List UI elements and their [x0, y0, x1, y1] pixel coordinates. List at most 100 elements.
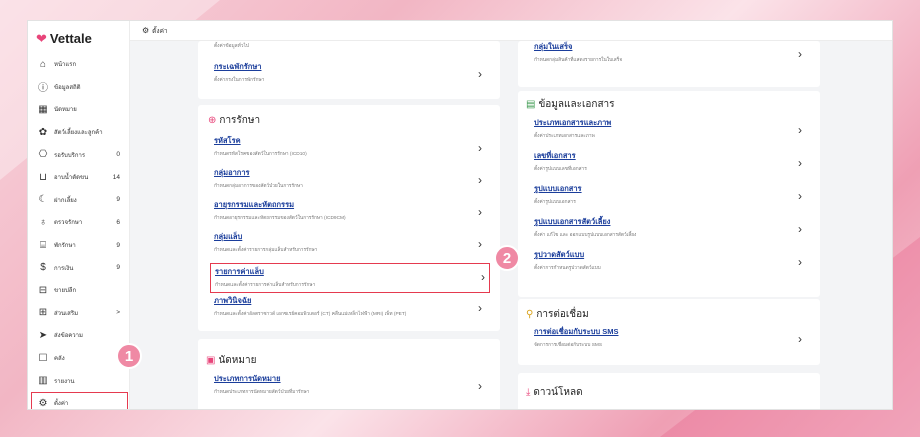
- send-icon: ➤: [38, 329, 48, 341]
- row-desc: จัดการการเชื่อมต่อกับระบบ SMS: [534, 343, 603, 348]
- chevron-right-icon: ›: [798, 332, 802, 346]
- settings-row-sms[interactable]: การต่อเชื่อมกับระบบ SMS จัดการการเชื่อมต…: [534, 326, 806, 356]
- section-heading: นัดหมาย: [218, 355, 257, 366]
- settings-row-receipt-group[interactable]: กลุ่มในเสร็จ กำหนดกลุ่มสินค้าที่แสดงรายก…: [534, 41, 806, 71]
- chart-icon: ▥: [38, 375, 48, 387]
- service-icon: ⎔: [38, 149, 48, 161]
- settings-row[interactable]: กลุ่มอาการ กำหนดกลุ่มอาการของสัตว์ป่วยในก…: [214, 167, 486, 197]
- sidebar-item-pet[interactable]: ✿ สัตว์เลี้ยงและลูกค้า: [28, 121, 130, 144]
- chevron-right-icon: ›: [478, 301, 482, 315]
- sidebar-item-bed[interactable]: ⌸ พักรักษา 9: [28, 234, 130, 257]
- section-heading: ข้อมูลและเอกสาร: [538, 99, 615, 110]
- section-title: ⊕ การรักษา: [208, 113, 260, 128]
- row-desc: ตั้งค่า แก้ไข และ ออกแบบรูปแบบเอกสารสัตว…: [534, 233, 637, 238]
- plug-icon: ⚲: [526, 309, 534, 320]
- row-title: กลุ่มแล็บ: [214, 232, 243, 241]
- settings-row[interactable]: กลุ่มแล็บ กำหนดและตั้งค่ารายการกลุ่มแล็บส…: [214, 231, 486, 261]
- calendar-icon: ▣: [206, 355, 216, 366]
- row-desc: กำหนดและตั้งค่าอัลตราซาวด์ เอกซเรย์คอมพิ…: [214, 312, 407, 317]
- section-title: ⚲ การต่อเชื่อม: [526, 307, 589, 322]
- sidebar-item-info[interactable]: ⓘ ข้อมูลสถิติ: [28, 76, 130, 99]
- sidebar-item-count: >: [116, 309, 120, 317]
- sidebar-item-plus-square[interactable]: ⊞ ส่วนเสริม >: [28, 302, 130, 325]
- sidebar-item-bath[interactable]: ⊔ อาบน้ำตัดขน 14: [28, 166, 130, 189]
- bed-icon: ⌸: [40, 239, 46, 251]
- row-title: รูปวาดสัตว์แบบ: [534, 250, 585, 259]
- sidebar-item-home[interactable]: ⌂ หน้าแรก: [28, 53, 130, 76]
- settings-row-appointment-type[interactable]: ประเภทการนัดหมาย กำหนดประเภทการนัดหมายสั…: [214, 373, 486, 403]
- settings-card-receipt: กลุ่มในเสร็จ กำหนดกลุ่มสินค้าที่แสดงรายก…: [518, 41, 820, 87]
- chevron-right-icon: ›: [798, 47, 802, 61]
- store-icon: ⊟: [38, 284, 48, 296]
- settings-row[interactable]: อายุรกรรมและหัตถกรรม กำหนดอายุรกรรมและหัต…: [214, 199, 486, 229]
- row-title: รูปแบบเอกสาร: [534, 184, 582, 193]
- logo-text: Vettale: [49, 31, 92, 46]
- logo[interactable]: ❤ Vettale: [36, 31, 92, 46]
- bath-icon: ⊔: [39, 171, 47, 183]
- sidebar-item-label: หน้าแรก: [54, 62, 77, 69]
- settings-row[interactable]: รูปแบบเอกสารสัตว์เลี้ยง ตั้งค่า แก้ไข และ…: [534, 216, 806, 246]
- topbar: ⚙ ตั้งค่า: [130, 21, 892, 41]
- settings-card-docs: ▤ ข้อมูลและเอกสาร ประเภทเอกสารและภาพ ตั้ง…: [518, 91, 820, 297]
- home-icon: ⌂: [39, 58, 47, 70]
- settings-row[interactable]: รหัสโรค กำหนดรหัสโรคของสัตว์ในการรักษา (I…: [214, 135, 486, 165]
- sidebar-item-gear[interactable]: ⚙ ตั้งค่า: [31, 391, 128, 409]
- sidebar-item-chart[interactable]: ▥ รายงาน: [28, 369, 130, 392]
- gear-icon: ⚙: [38, 397, 48, 409]
- row-title: การต่อเชื่อมกับระบบ SMS: [534, 327, 619, 336]
- chevron-right-icon: ›: [478, 67, 482, 81]
- sidebar-item-label: ขายปลีก: [54, 288, 77, 295]
- sidebar-item-label: รายงาน: [54, 378, 75, 385]
- chevron-right-icon: ›: [798, 123, 802, 137]
- settings-card-connect: ⚲ การต่อเชื่อม การต่อเชื่อมกับระบบ SMS จ…: [518, 299, 820, 365]
- sidebar-item-label: นัดหมาย: [54, 107, 77, 114]
- settings-row[interactable]: เลขที่เอกสาร ตั้งค่ารูปแบบเลขที่เอกสาร ›: [534, 150, 806, 180]
- settings-row[interactable]: รูปวาดสัตว์แบบ ตั้งค่าการกำหนดรูปวาดสัตว์…: [534, 249, 806, 279]
- settings-row[interactable]: รายการค่าแล็บ กำหนดและตั้งค่ารายการค่าแล็…: [210, 263, 490, 293]
- row-desc: กำหนดรหัสโรคของสัตว์ในการรักษา (ICD10): [214, 152, 307, 157]
- settings-row[interactable]: รูปแบบเอกสาร ตั้งค่ารูปแบบเอกสาร ›: [534, 183, 806, 213]
- settings-row[interactable]: ภาพวินิจฉัยกำหนดและตั้งค่าอัลตราซาวด์ เอ…: [214, 295, 486, 325]
- chevron-right-icon: ›: [798, 255, 802, 269]
- sidebar-item-count: 0: [116, 151, 120, 159]
- row-desc: ตั้งค่ารูปแบบเลขที่เอกสาร: [534, 167, 587, 172]
- sidebar-item-label: ตั้งค่า: [54, 401, 69, 408]
- chevron-right-icon: ›: [478, 379, 482, 393]
- chevron-right-icon: ›: [798, 222, 802, 236]
- settings-card-general: ตั้งค่าข้อมูลทั่วไป กระเฉพักรักษา ตั้งค่…: [198, 41, 500, 99]
- section-heading: ดาวน์โหลด: [533, 387, 583, 398]
- sidebar-item-money[interactable]: $ การเงิน 9: [28, 256, 130, 279]
- chevron-right-icon: ›: [481, 270, 485, 284]
- chevron-right-icon: ›: [798, 189, 802, 203]
- info-icon: ⓘ: [38, 83, 48, 95]
- row-title: กลุ่มในเสร็จ: [534, 42, 573, 51]
- money-icon: $: [40, 262, 46, 274]
- row-desc: ตั้งค่ากรงในการพักรักษา: [214, 78, 265, 83]
- chevron-right-icon: ›: [478, 205, 482, 219]
- sidebar-item-label: ข้อมูลสถิติ: [54, 84, 81, 91]
- row-title: เลขที่เอกสาร: [534, 151, 576, 160]
- sidebar-item-store[interactable]: ⊟ ขายปลีก: [28, 279, 130, 302]
- sidebar-item-count: 14: [112, 173, 120, 181]
- row-title: ภาพวินิจฉัย: [214, 296, 252, 305]
- settings-row-cage[interactable]: กระเฉพักรักษา ตั้งค่ากรงในการพักรักษา ›: [214, 61, 486, 91]
- sidebar-item-count: 9: [116, 264, 120, 272]
- row-desc: ตั้งค่าประเภทเอกสารและภาพ: [534, 134, 595, 139]
- sidebar-item-box[interactable]: ☐ คลัง: [28, 347, 130, 370]
- sidebar-item-stethoscope[interactable]: ♁ ตรวจรักษา 6: [28, 211, 130, 234]
- sidebar-item-count: 9: [116, 196, 120, 204]
- sidebar-item-calendar[interactable]: ▦ นัดหมาย: [28, 98, 130, 121]
- sidebar-item-send[interactable]: ➤ ส่งข้อความ: [28, 324, 130, 347]
- row-title: รายการค่าแล็บ: [215, 267, 264, 276]
- plus-square-icon: ⊞: [38, 307, 48, 319]
- download-icon: ⤓: [526, 387, 531, 398]
- sidebar-item-service[interactable]: ⎔ รอรับบริการ 0: [28, 143, 130, 166]
- section-heading: การต่อเชื่อม: [536, 309, 589, 320]
- row-desc: กำหนดประเภทการนัดหมายสัตว์ป่วยที่มารักษา: [214, 390, 310, 395]
- settings-row[interactable]: ประเภทเอกสารและภาพ ตั้งค่าประเภทเอกสารและ…: [534, 117, 806, 147]
- app-window: ❤ Vettale ⌂ หน้าแรก ⓘ ข้อมูลสถิติ ▦ นัดหมาย ✿ ส…: [27, 20, 893, 410]
- sidebar-nav: ⌂ หน้าแรก ⓘ ข้อมูลสถิติ ▦ นัดหมาย ✿ สัตว์เลี้ยง…: [28, 53, 130, 409]
- settings-card-download: ⤓ ดาวน์โหลด: [518, 373, 820, 409]
- gear-icon: ⚙: [142, 26, 150, 35]
- sidebar-item-moon[interactable]: ☾ ฝากเลี้ยง 9: [28, 189, 130, 212]
